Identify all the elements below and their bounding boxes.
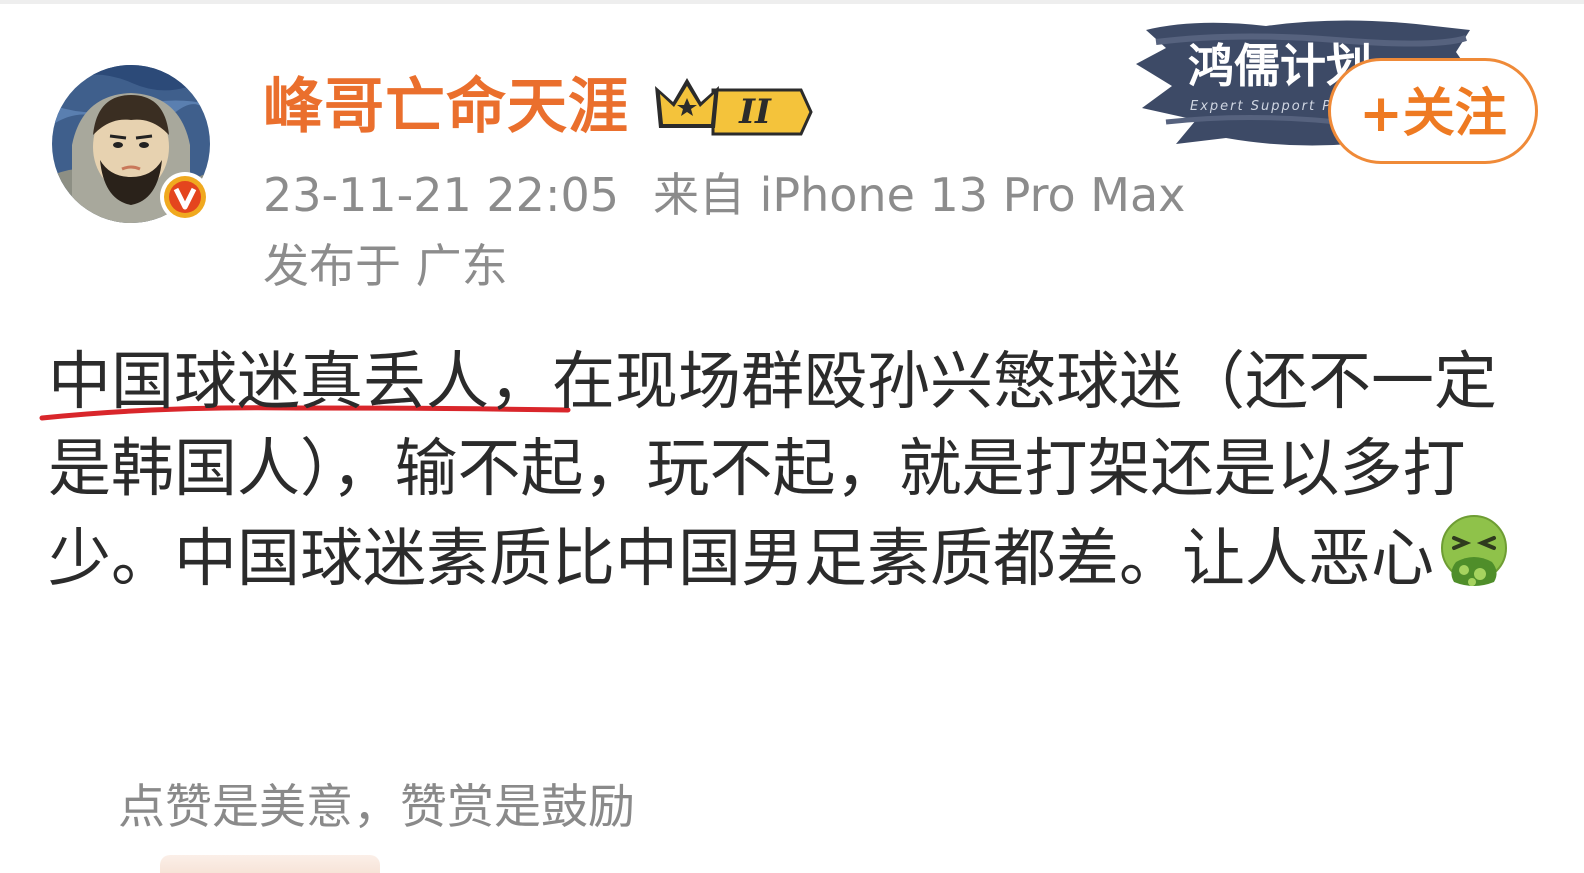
nauseated-face-emoji-icon: [1434, 512, 1514, 592]
author-name[interactable]: 峰哥亡命天涯: [263, 72, 629, 142]
post-timestamp: 23-11-21 22:05: [263, 168, 619, 222]
post-body: 中国球迷真丢人，在现场群殴孙兴慜球迷（还不一定是韩国人），输不起，玩不起，就是打…: [48, 338, 1538, 602]
reward-button-edge[interactable]: [160, 855, 380, 873]
reward-tip: 点赞是美意，赞赏是鼓励: [118, 780, 635, 835]
post-source: 来自 iPhone 13 Pro Max: [652, 168, 1186, 222]
verified-badge-icon: [158, 170, 212, 224]
weibo-post-screen: 峰哥亡命天涯 II 23-11-21 22:05 来自 iPhone 13 Pro…: [0, 0, 1584, 873]
post-location: 发布于 广东: [263, 239, 508, 293]
post-text-underlined: 中国球迷真丢人，: [48, 345, 552, 418]
banner-subtitle: Expert Support Pro: [1190, 99, 1349, 114]
post-meta: 23-11-21 22:05 来自 iPhone 13 Pro Max: [263, 165, 1185, 225]
level-badge-text: II: [738, 92, 772, 132]
follow-button[interactable]: +关注: [1328, 58, 1538, 164]
member-crown-level-icon[interactable]: II: [651, 72, 815, 138]
top-divider: [0, 0, 1584, 4]
